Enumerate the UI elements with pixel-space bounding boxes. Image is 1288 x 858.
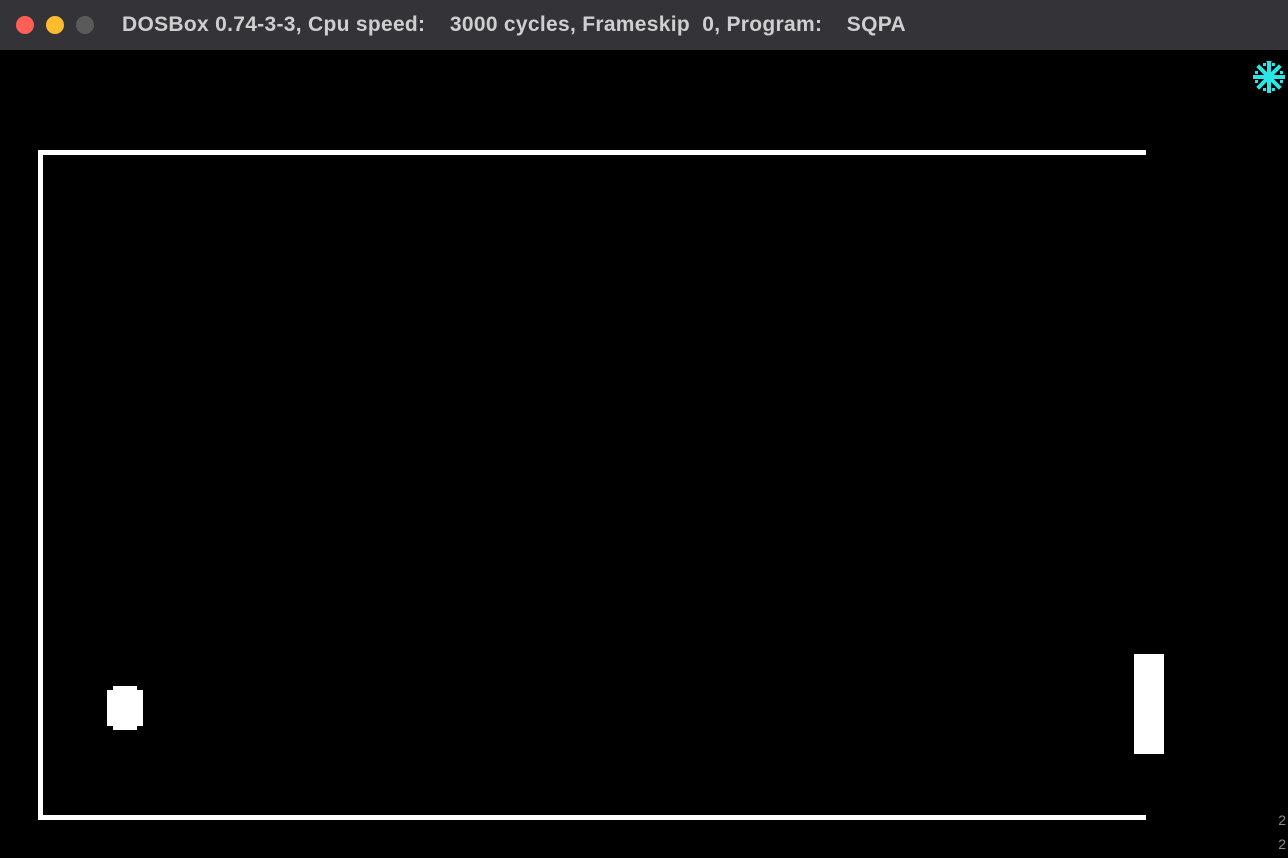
window-title: DOSBox 0.74-3-3, Cpu speed: 3000 cycles,… xyxy=(122,13,906,37)
close-button[interactable] xyxy=(16,16,34,34)
minimize-button[interactable] xyxy=(46,16,64,34)
window-titlebar[interactable]: DOSBox 0.74-3-3, Cpu speed: 3000 cycles,… xyxy=(0,0,1288,50)
edge-mark: 2 xyxy=(1278,808,1286,832)
edge-marks: 2 2 xyxy=(1278,808,1286,856)
traffic-lights xyxy=(16,16,94,34)
snowflake-icon xyxy=(1253,61,1285,93)
maximize-button[interactable] xyxy=(76,16,94,34)
game-ball xyxy=(107,690,143,726)
game-area[interactable]: 2 2 xyxy=(0,50,1288,858)
game-paddle[interactable] xyxy=(1134,654,1164,754)
game-frame xyxy=(38,150,1146,820)
edge-mark: 2 xyxy=(1278,832,1286,856)
